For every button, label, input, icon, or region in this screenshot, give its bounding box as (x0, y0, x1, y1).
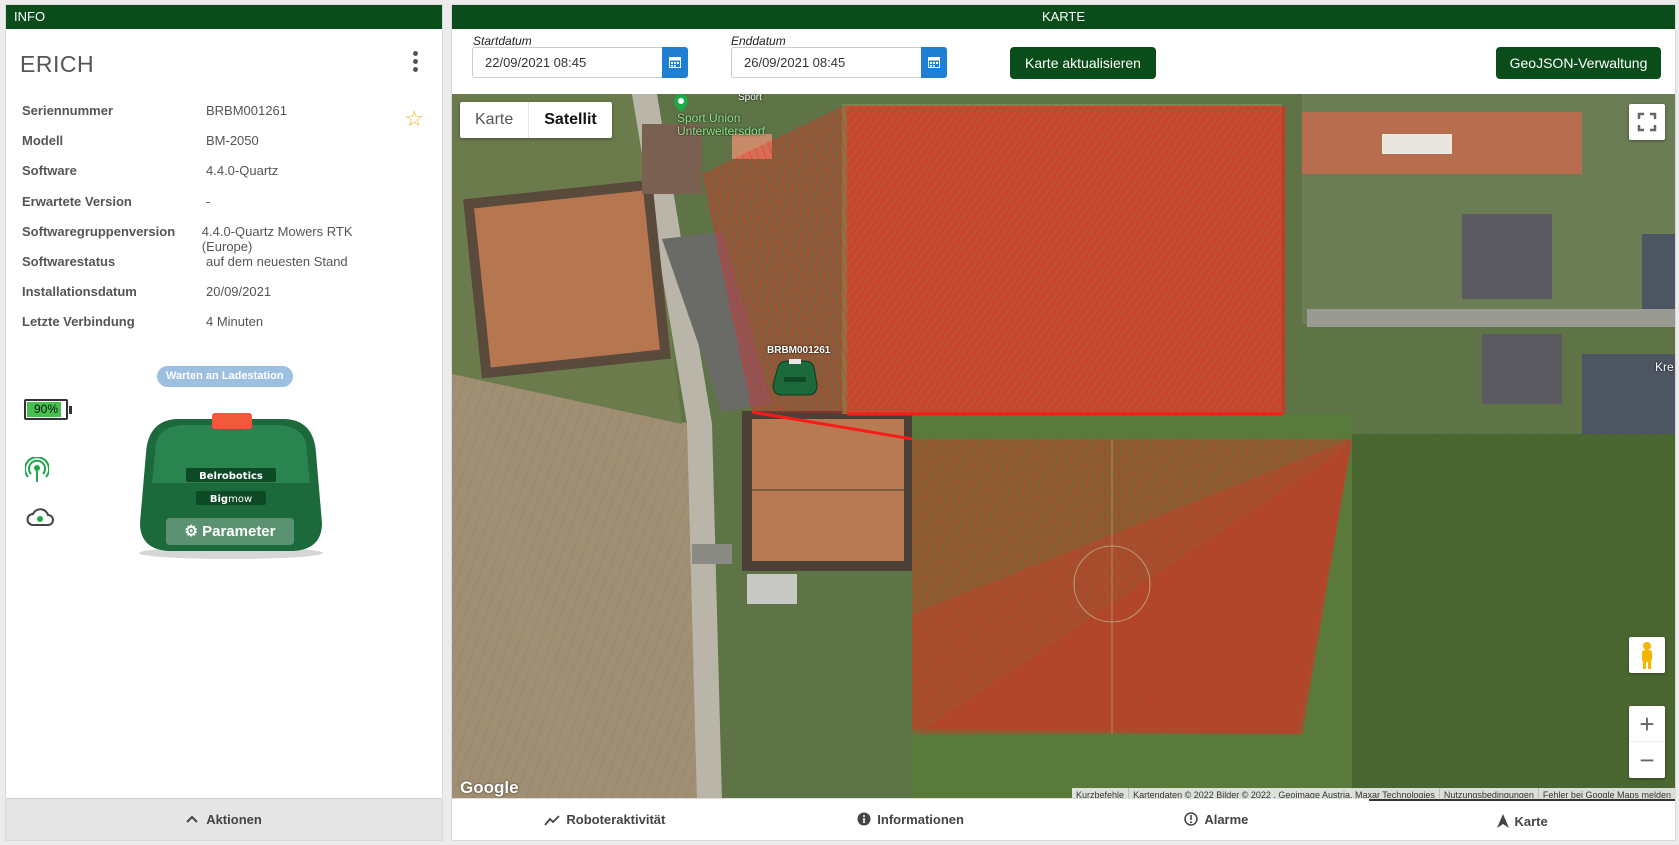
map-type-control: Karte Satellit (460, 102, 612, 138)
end-calendar-button[interactable] (921, 47, 947, 78)
battery-icon: 90% (24, 399, 72, 420)
detail-value: 20/09/2021 (206, 284, 272, 300)
street-label: Kre (1655, 360, 1674, 374)
activity-chart-icon (544, 815, 561, 826)
parameter-button[interactable]: ⚙ Parameter (166, 518, 294, 545)
fullscreen-icon (1637, 112, 1657, 132)
battery-level-text: 90% (33, 402, 59, 416)
info-panel-header: INFO (6, 5, 442, 29)
detail-value: - (206, 193, 211, 209)
detail-key: Software (22, 163, 77, 179)
end-date-field[interactable]: 26/09/2021 08:45 (731, 47, 928, 78)
map-panel: KARTE Startdatum 22/09/2021 08:45 Enddat… (451, 4, 1676, 841)
mower-model-bold: Big (210, 494, 228, 505)
detail-row-software-status: Softwarestatus auf dem neuesten Stand (22, 254, 402, 284)
mower-marker-icon[interactable] (772, 359, 818, 402)
tab-alarms[interactable]: Alarme (1064, 799, 1370, 840)
detail-row-software: Software 4.4.0-Quartz (22, 163, 402, 193)
robot-name: ERICH (20, 51, 95, 77)
mower-model-light: mow (228, 494, 252, 505)
zoom-out-button[interactable]: − (1629, 742, 1665, 778)
tab-label: Karte (1514, 814, 1548, 829)
zoom-in-button[interactable]: + (1629, 706, 1665, 742)
info-icon (857, 812, 871, 826)
street-view-pegman-button[interactable] (1629, 637, 1665, 673)
tab-label: Alarme (1204, 812, 1249, 827)
detail-key: Installationsdatum (22, 284, 137, 300)
geojson-management-button[interactable]: GeoJSON-Verwaltung (1496, 47, 1661, 79)
detail-value: 4.4.0-Quartz Mowers RTK (Europe) (201, 223, 353, 254)
tab-label: Roboteraktivität (566, 812, 666, 827)
more-options-icon[interactable] (408, 51, 422, 75)
pegman-icon (1642, 642, 1652, 669)
gear-icon: ⚙ (184, 523, 198, 540)
favorite-star-icon[interactable]: ☆ (404, 106, 424, 132)
navigation-arrow-icon (1496, 814, 1509, 828)
detail-row-expected-version: Erwartete Version - (22, 194, 402, 224)
detail-key: Erwartete Version (22, 193, 132, 209)
actions-label: Aktionen (206, 812, 262, 827)
detail-row-serial: Seriennummer BRBM001261 (22, 103, 402, 133)
fullscreen-button[interactable] (1629, 104, 1665, 140)
plus-icon: + (1639, 709, 1655, 739)
chevron-up-icon (186, 815, 198, 823)
detail-key: Softwaregruppenversion (22, 223, 176, 239)
detail-row-software-group: Softwaregruppenversion 4.4.0-Quartz Mowe… (22, 224, 402, 254)
map-place-label-top: Sport (738, 94, 762, 103)
calendar-icon (669, 57, 681, 68)
tab-label: Informationen (877, 812, 964, 827)
start-date-label: Startdatum (473, 34, 532, 48)
detail-value: 4 Minuten (206, 314, 264, 330)
alert-icon (1184, 812, 1199, 826)
detail-key: Letzte Verbindung (22, 314, 135, 330)
detail-key: Softwarestatus (22, 253, 116, 269)
cloud-icon (25, 507, 55, 532)
detail-row-install-date: Installationsdatum 20/09/2021 (22, 284, 402, 314)
calendar-icon (928, 57, 940, 68)
detail-key: Seriennummer (22, 103, 114, 118)
refresh-map-button[interactable]: Karte aktualisieren (1010, 47, 1156, 79)
satellite-map[interactable]: Karte Satellit Sport Sport Union Unterwe… (452, 94, 1675, 802)
map-panel-header: KARTE (452, 5, 1675, 29)
detail-key: Modell (22, 133, 64, 149)
satellite-imagery (452, 94, 1675, 802)
parameter-button-label: Parameter (202, 523, 276, 540)
map-place-label: Sport Union Unterweitersdorf (677, 112, 765, 138)
status-badge: Warten an Ladestation (157, 366, 293, 387)
mower-brand: Belrobotics (199, 471, 263, 482)
detail-row-model: Modell BM-2050 (22, 133, 402, 163)
start-calendar-button[interactable] (662, 47, 688, 78)
info-panel: INFO ERICH ☆ Seriennummer BRBM001261 Mod… (5, 4, 443, 841)
svg-text:Bigmow: Bigmow (210, 494, 252, 505)
bottom-tab-bar: Roboteraktivität Informationen Alarme Ka… (452, 798, 1675, 840)
start-date-field[interactable]: 22/09/2021 08:45 (472, 47, 669, 78)
detail-value: BRBM001261 (206, 103, 287, 118)
mower-marker-label: BRBM001261 (767, 345, 831, 356)
map-type-karte[interactable]: Karte (460, 102, 530, 138)
robot-details: Seriennummer BRBM001261 Modell BM-2050 S… (22, 103, 402, 345)
google-logo: Google (460, 778, 519, 797)
map-type-satellit[interactable]: Satellit (529, 102, 611, 138)
minus-icon: − (1639, 745, 1655, 775)
end-date-label: Enddatum (731, 34, 786, 48)
tab-information[interactable]: Informationen (758, 799, 1064, 840)
detail-value: 4.4.0-Quartz (206, 163, 279, 179)
tab-map[interactable]: Karte (1369, 799, 1675, 840)
detail-row-last-connection: Letzte Verbindung 4 Minuten (22, 314, 402, 344)
map-place-label-line2: Unterweitersdorf (677, 124, 766, 138)
signal-icon (24, 456, 50, 488)
detail-value: BM-2050 (206, 133, 259, 149)
detail-value: auf dem neuesten Stand (206, 253, 348, 269)
tab-robot-activity[interactable]: Roboteraktivität (452, 799, 758, 840)
actions-button[interactable]: Aktionen (6, 798, 442, 840)
